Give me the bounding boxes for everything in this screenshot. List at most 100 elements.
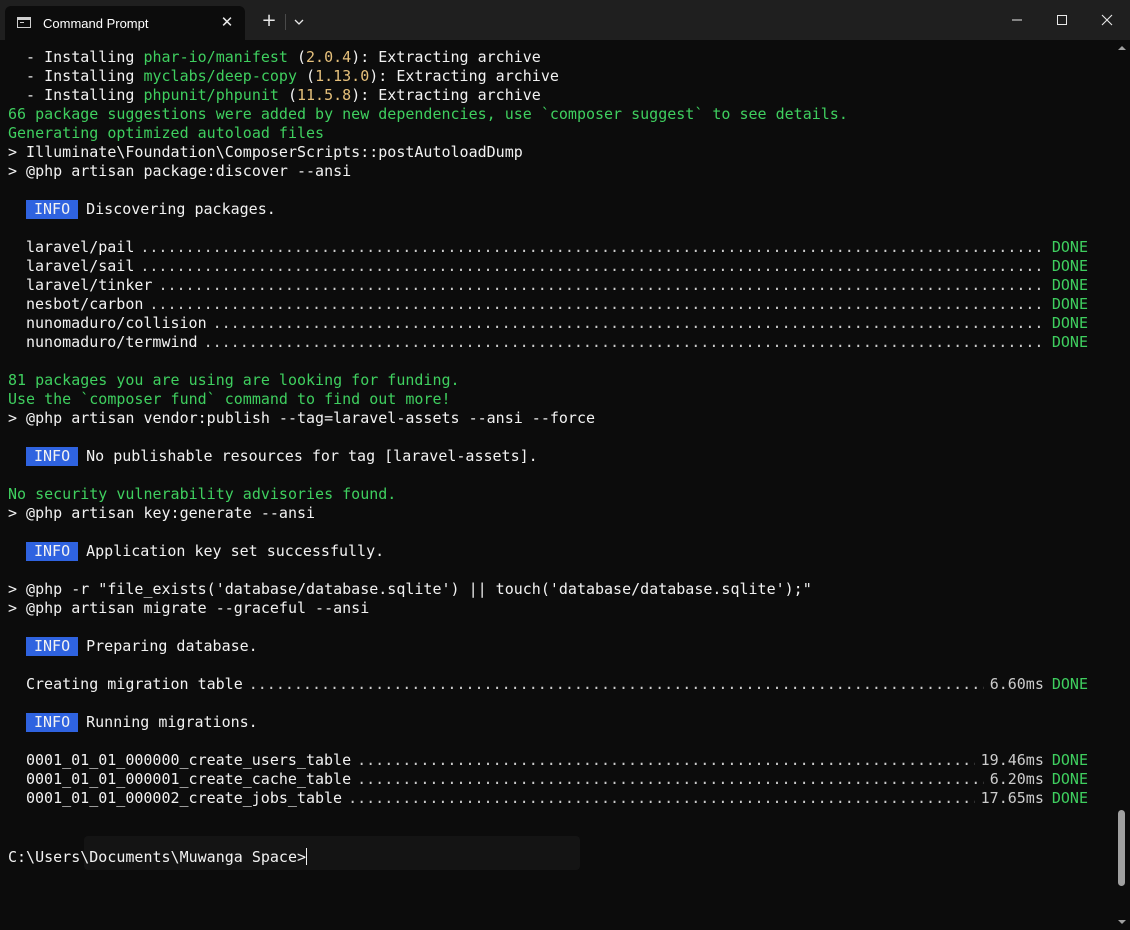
status-done: DONE bbox=[1051, 751, 1088, 769]
package-row: nesbot/carbon ..........................… bbox=[8, 295, 1088, 314]
info-badge: INFO bbox=[26, 713, 79, 732]
info-line: INFO Discovering packages. bbox=[8, 200, 1088, 219]
tab-title: Command Prompt bbox=[43, 16, 149, 31]
package-row: laravel/pail ...........................… bbox=[8, 238, 1088, 257]
vertical-scrollbar[interactable] bbox=[1114, 40, 1130, 930]
migration-duration: 6.20ms bbox=[989, 770, 1044, 788]
maximize-button[interactable] bbox=[1039, 0, 1085, 40]
migration-list: 0001_01_01_000000_create_users_table ...… bbox=[8, 751, 1088, 808]
dot-leader: ........................................… bbox=[348, 789, 975, 807]
chevron-down-icon[interactable] bbox=[289, 12, 309, 32]
status-done: DONE bbox=[1051, 295, 1088, 313]
terminal-output[interactable]: - Installing phar-io/manifest (2.0.4): E… bbox=[0, 40, 1114, 930]
tab-divider bbox=[285, 14, 286, 30]
package-row: nunomaduro/termwind ....................… bbox=[8, 333, 1088, 352]
dot-leader: ........................................… bbox=[357, 751, 975, 769]
package-name: nunomaduro/termwind bbox=[26, 333, 198, 351]
minimize-icon bbox=[1012, 19, 1022, 21]
scroll-down-arrow-icon[interactable] bbox=[1117, 918, 1127, 926]
status-done: DONE bbox=[1051, 333, 1088, 351]
dot-leader: ........................................… bbox=[203, 333, 1046, 351]
status-done: DONE bbox=[1051, 276, 1088, 294]
package-row: nunomaduro/collision ...................… bbox=[8, 314, 1088, 333]
suggestions-line: 66 package suggestions were added by new… bbox=[8, 105, 848, 123]
generating-line: Generating optimized autoload files bbox=[8, 124, 325, 142]
info-badge: INFO bbox=[26, 542, 79, 561]
dot-leader: ........................................… bbox=[140, 238, 1046, 256]
command-prompt-input[interactable]: C:\Users\Documents\Muwanga Space> bbox=[8, 848, 308, 867]
migration-name: 0001_01_01_000001_create_cache_table bbox=[26, 770, 352, 788]
package-row: laravel/tinker .........................… bbox=[8, 276, 1088, 295]
dot-leader: ........................................… bbox=[357, 770, 984, 788]
package-name: nesbot/carbon bbox=[26, 295, 144, 313]
migration-row: 0001_01_01_000002_create_jobs_table ....… bbox=[8, 789, 1088, 808]
install-line: - Installing phar-io/manifest (2.0.4): E… bbox=[8, 48, 541, 66]
status-done: DONE bbox=[1051, 789, 1088, 807]
package-name: laravel/sail bbox=[26, 257, 135, 275]
command-line: > Illuminate\Foundation\ComposerScripts:… bbox=[8, 143, 523, 161]
prompt-path: C:\Users\Documents\Muwanga Space> bbox=[8, 848, 307, 866]
package-list: laravel/pail ...........................… bbox=[8, 238, 1088, 352]
title-bar: Command Prompt ✕ + bbox=[0, 0, 1130, 40]
status-done: DONE bbox=[1051, 770, 1088, 788]
package-name: laravel/tinker bbox=[26, 276, 153, 294]
command-line: > @php artisan vendor:publish --tag=lara… bbox=[8, 409, 595, 427]
info-line: INFO Application key set successfully. bbox=[8, 542, 1088, 561]
new-tab-button[interactable]: + bbox=[258, 10, 280, 32]
info-line: INFO Running migrations. bbox=[8, 713, 1088, 732]
vulnerability-line: No security vulnerability advisories fou… bbox=[8, 485, 397, 503]
scroll-up-arrow-icon[interactable] bbox=[1117, 44, 1127, 52]
migration-row: 0001_01_01_000000_create_users_table ...… bbox=[8, 751, 1088, 770]
dot-leader: ........................................… bbox=[248, 675, 984, 693]
migration-name: 0001_01_01_000000_create_users_table bbox=[26, 751, 352, 769]
migration-duration: 17.65ms bbox=[980, 789, 1044, 807]
close-icon bbox=[1101, 14, 1113, 26]
close-window-button[interactable] bbox=[1084, 0, 1130, 40]
status-done: DONE bbox=[1051, 238, 1088, 256]
command-line: > @php artisan migrate --graceful --ansi bbox=[8, 599, 370, 617]
info-badge: INFO bbox=[26, 637, 79, 656]
maximize-icon bbox=[1057, 15, 1067, 25]
tab-command-prompt[interactable]: Command Prompt ✕ bbox=[5, 6, 245, 40]
scrollbar-thumb[interactable] bbox=[1118, 810, 1125, 886]
info-line: INFO Preparing database. bbox=[8, 637, 1088, 656]
command-line: > @php artisan key:generate --ansi bbox=[8, 504, 316, 522]
funding-line: 81 packages you are using are looking fo… bbox=[8, 371, 460, 389]
install-line: - Installing myclabs/deep-copy (1.13.0):… bbox=[8, 67, 559, 85]
package-name: nunomaduro/collision bbox=[26, 314, 207, 332]
dot-leader: ........................................… bbox=[158, 276, 1046, 294]
dot-leader: ........................................… bbox=[140, 257, 1046, 275]
close-tab-button[interactable]: ✕ bbox=[217, 12, 237, 32]
migration-name: 0001_01_01_000002_create_jobs_table bbox=[26, 789, 343, 807]
dot-leader: ........................................… bbox=[149, 295, 1046, 313]
cmd-icon bbox=[17, 17, 31, 28]
package-name: laravel/pail bbox=[26, 238, 135, 256]
text-cursor bbox=[306, 848, 308, 865]
command-line: > @php artisan package:discover --ansi bbox=[8, 162, 352, 180]
funding-line: Use the `composer fund` command to find … bbox=[8, 390, 451, 408]
info-line: INFO No publishable resources for tag [la… bbox=[8, 447, 1088, 466]
migration-row: 0001_01_01_000001_create_cache_table ...… bbox=[8, 770, 1088, 789]
migration-duration: 19.46ms bbox=[980, 751, 1044, 769]
migration-table-row: Creating migration table ...............… bbox=[26, 675, 1088, 693]
package-row: laravel/sail ...........................… bbox=[8, 257, 1088, 276]
install-line: - Installing phpunit/phpunit (11.5.8): E… bbox=[8, 86, 541, 104]
dot-leader: ........................................… bbox=[212, 314, 1046, 332]
minimize-button[interactable] bbox=[994, 0, 1040, 40]
status-done: DONE bbox=[1051, 257, 1088, 275]
command-line: > @php -r "file_exists('database/databas… bbox=[8, 580, 812, 598]
command-prompt-window: Command Prompt ✕ + - Installing phar-io/… bbox=[0, 0, 1130, 930]
info-badge: INFO bbox=[26, 447, 79, 466]
status-done: DONE bbox=[1051, 314, 1088, 332]
